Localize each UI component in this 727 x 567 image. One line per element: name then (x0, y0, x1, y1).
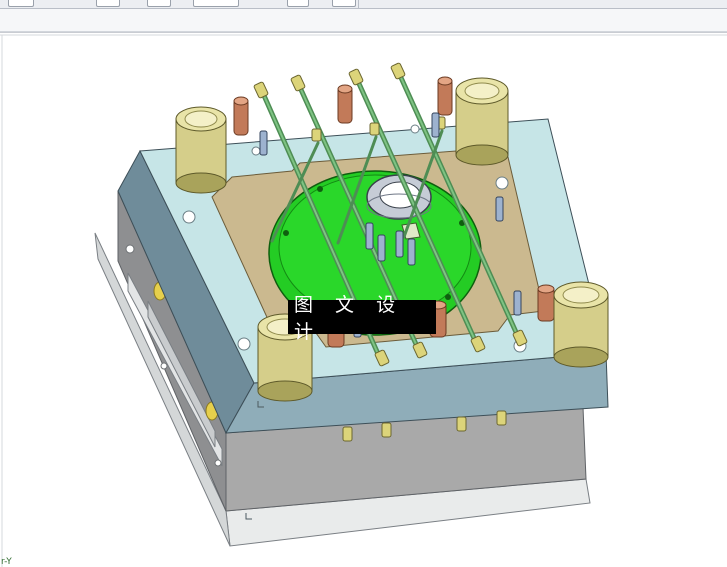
toolbar-button-5[interactable] (287, 0, 309, 7)
graphics-viewport[interactable]: 图 文 设 计 r-Y (0, 32, 727, 567)
watermark-banner: 图 文 设 计 (288, 294, 436, 343)
toolbar (0, 0, 727, 9)
toolbar-button-3[interactable] (147, 0, 171, 7)
toolbar-button-2[interactable] (96, 0, 120, 7)
tab-bar (0, 9, 727, 32)
locating-ring (366, 174, 432, 220)
toolbar-separator (358, 0, 359, 8)
toolbar-button-6[interactable] (332, 0, 356, 7)
toolbar-button-1[interactable] (8, 0, 34, 7)
toolbar-button-4[interactable] (193, 0, 239, 7)
